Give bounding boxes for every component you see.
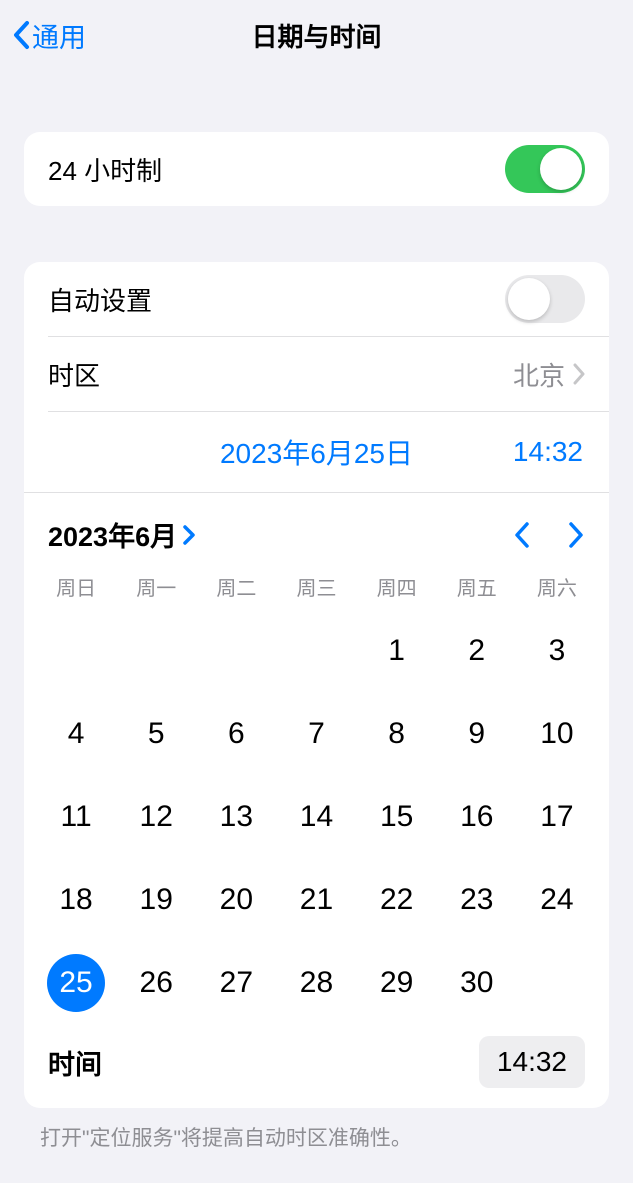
time-label: 时间 bbox=[48, 1043, 102, 1082]
weekday-label: 周六 bbox=[517, 572, 597, 601]
chevron-left-icon bbox=[12, 20, 30, 50]
back-label: 通用 bbox=[32, 16, 86, 55]
day-cell-empty bbox=[196, 609, 276, 692]
day-cell[interactable]: 19 bbox=[116, 858, 196, 941]
weekday-label: 周日 bbox=[36, 572, 116, 601]
toggle-auto-set[interactable] bbox=[505, 275, 585, 323]
month-year-button[interactable]: 2023年6月 bbox=[48, 515, 195, 554]
toggle-24hr[interactable] bbox=[505, 145, 585, 193]
prev-month-button[interactable] bbox=[513, 521, 531, 549]
time-picker-button[interactable]: 14:32 bbox=[479, 1036, 585, 1088]
day-cell-empty bbox=[116, 609, 196, 692]
day-cell[interactable]: 21 bbox=[276, 858, 356, 941]
hint-text: 打开"定位服务"将提高自动时区准确性。 bbox=[40, 1122, 593, 1152]
weekday-label: 周一 bbox=[116, 572, 196, 601]
day-cell[interactable]: 9 bbox=[437, 692, 517, 775]
chevron-right-icon bbox=[573, 363, 585, 385]
selected-time-display[interactable]: 14:32 bbox=[463, 436, 583, 468]
day-cell[interactable]: 15 bbox=[357, 775, 437, 858]
day-cell[interactable]: 23 bbox=[437, 858, 517, 941]
day-cell[interactable]: 3 bbox=[517, 609, 597, 692]
section-datetime: 自动设置 时区 北京 2023年6月25日 14:32 2023年6月 bbox=[24, 262, 609, 1108]
weekday-label: 周二 bbox=[196, 572, 276, 601]
day-cell[interactable]: 10 bbox=[517, 692, 597, 775]
day-cell[interactable]: 5 bbox=[116, 692, 196, 775]
day-cell[interactable]: 29 bbox=[357, 941, 437, 1024]
day-cell[interactable]: 13 bbox=[196, 775, 276, 858]
timezone-row[interactable]: 时区 北京 bbox=[24, 337, 609, 411]
label-24hr: 24 小时制 bbox=[48, 151, 162, 188]
page-title: 日期与时间 bbox=[251, 17, 381, 54]
day-cell[interactable]: 12 bbox=[116, 775, 196, 858]
day-cell[interactable]: 25 bbox=[36, 941, 116, 1024]
section-24hr: 24 小时制 bbox=[24, 132, 609, 206]
day-cell[interactable]: 26 bbox=[116, 941, 196, 1024]
day-cell[interactable]: 20 bbox=[196, 858, 276, 941]
label-timezone: 时区 bbox=[48, 356, 100, 393]
day-cell[interactable]: 18 bbox=[36, 858, 116, 941]
day-cell[interactable]: 22 bbox=[357, 858, 437, 941]
day-cell[interactable]: 11 bbox=[36, 775, 116, 858]
day-cell-empty bbox=[276, 609, 356, 692]
day-cell[interactable]: 8 bbox=[357, 692, 437, 775]
day-cell[interactable]: 4 bbox=[36, 692, 116, 775]
timezone-value: 北京 bbox=[513, 356, 565, 393]
weekday-label: 周四 bbox=[357, 572, 437, 601]
day-cell[interactable]: 1 bbox=[357, 609, 437, 692]
weekday-label: 周三 bbox=[276, 572, 356, 601]
month-year-label: 2023年6月 bbox=[48, 515, 177, 554]
next-month-button[interactable] bbox=[567, 521, 585, 549]
selected-date-display[interactable]: 2023年6月25日 bbox=[170, 432, 463, 472]
day-cell[interactable]: 7 bbox=[276, 692, 356, 775]
weekday-label: 周五 bbox=[437, 572, 517, 601]
back-button[interactable]: 通用 bbox=[12, 16, 86, 55]
day-cell[interactable]: 28 bbox=[276, 941, 356, 1024]
label-auto-set: 自动设置 bbox=[48, 281, 152, 318]
day-cell[interactable]: 17 bbox=[517, 775, 597, 858]
day-cell[interactable]: 16 bbox=[437, 775, 517, 858]
day-cell[interactable]: 14 bbox=[276, 775, 356, 858]
day-cell[interactable]: 24 bbox=[517, 858, 597, 941]
day-cell[interactable]: 6 bbox=[196, 692, 276, 775]
day-cell-empty bbox=[36, 609, 116, 692]
day-cell[interactable]: 27 bbox=[196, 941, 276, 1024]
day-cell[interactable]: 2 bbox=[437, 609, 517, 692]
day-cell[interactable]: 30 bbox=[437, 941, 517, 1024]
chevron-right-icon bbox=[183, 525, 195, 545]
